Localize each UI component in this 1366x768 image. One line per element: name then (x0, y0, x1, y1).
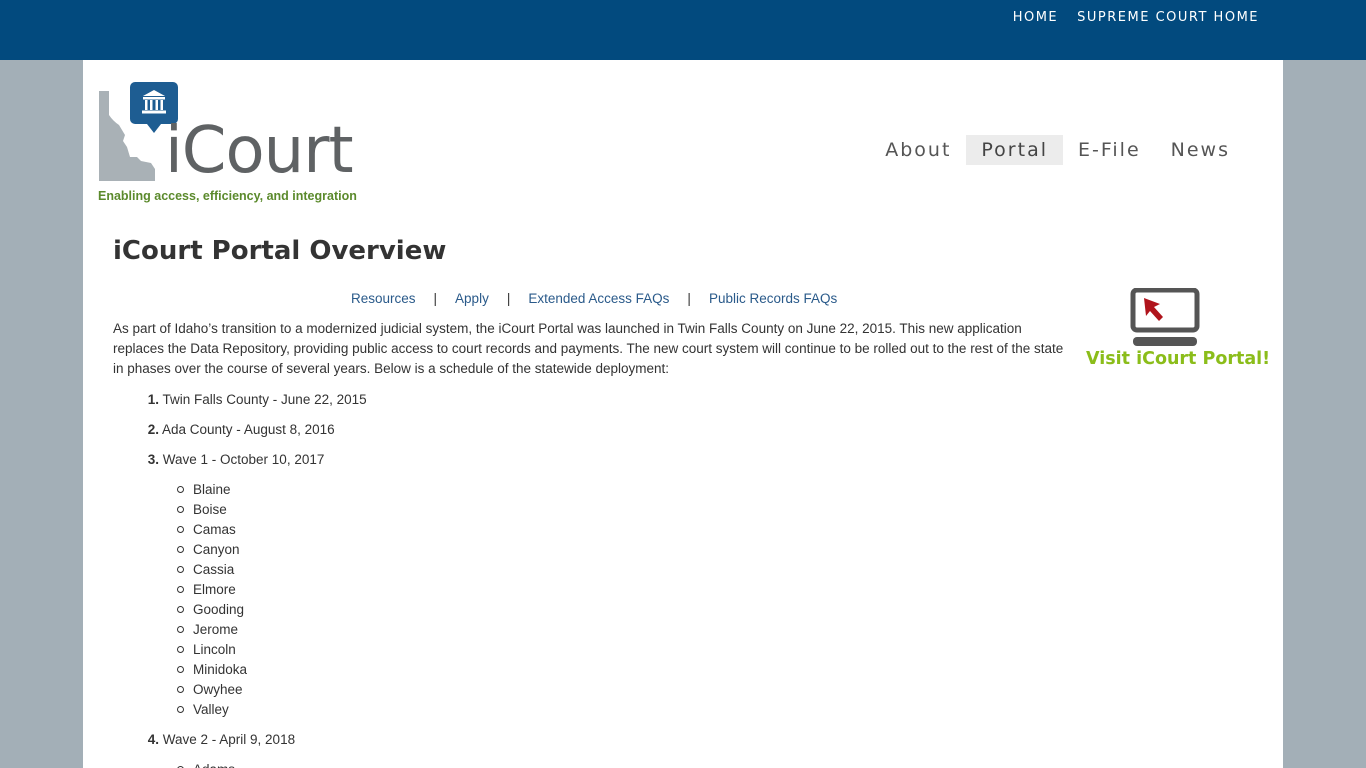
county-item: Adams (177, 760, 713, 768)
public-records-faqs-link[interactable]: Public Records FAQs (709, 291, 837, 306)
county-item: Gooding (177, 600, 713, 620)
county-item: Elmore (177, 580, 713, 600)
supreme-court-home-link[interactable]: SUPREME COURT HOME (1077, 10, 1259, 25)
county-item: Valley (177, 700, 713, 720)
separator: | (506, 291, 511, 306)
schedule-text: Ada County - August 8, 2016 (162, 422, 335, 437)
apply-link[interactable]: Apply (455, 291, 489, 306)
top-bar: HOME SUPREME COURT HOME (0, 0, 1366, 60)
separator: | (433, 291, 438, 306)
home-link[interactable]: HOME (1013, 10, 1058, 25)
wave-2-counties: Adams (177, 760, 713, 768)
visit-portal-button[interactable]: Visit iCourt Portal! (1083, 288, 1270, 378)
county-item: Canyon (177, 540, 713, 560)
county-item: Camas (177, 520, 713, 540)
schedule-item: 3. Wave 1 - October 10, 2017 Blaine Bois… (113, 450, 713, 720)
wave-1-counties: Blaine Boise Camas Canyon Cassia Elmore … (177, 480, 713, 720)
schedule-text: Wave 1 - October 10, 2017 (162, 452, 325, 467)
logo-tagline: Enabling access, efficiency, and integra… (98, 189, 357, 203)
schedule-text: Wave 2 - April 9, 2018 (162, 732, 296, 747)
schedule-number: 1. (147, 392, 159, 407)
computer-cursor-icon (1130, 288, 1200, 346)
intro-paragraph: As part of Idaho’s transition to a moder… (113, 321, 1064, 376)
county-item: Jerome (177, 620, 713, 640)
nav-efile[interactable]: E-File (1063, 135, 1156, 165)
nav-portal[interactable]: Portal (966, 135, 1063, 165)
top-links: HOME SUPREME COURT HOME (1013, 10, 1259, 25)
schedule-item: 4. Wave 2 - April 9, 2018 Adams (113, 730, 713, 768)
nav-about[interactable]: About (870, 135, 966, 165)
schedule-text: Twin Falls County - June 22, 2015 (162, 392, 367, 407)
county-item: Owyhee (177, 680, 713, 700)
icourt-logo[interactable]: iCourt Enabling access, efficiency, and … (97, 81, 357, 209)
visit-portal-label: Visit iCourt Portal! (1086, 349, 1271, 369)
resources-link[interactable]: Resources (351, 291, 416, 306)
logo-wordmark: iCourt (165, 114, 354, 188)
nav-news[interactable]: News (1156, 135, 1245, 165)
county-item: Cassia (177, 560, 713, 580)
separator: | (687, 291, 691, 306)
county-item: Boise (177, 500, 713, 520)
extended-access-faqs-link[interactable]: Extended Access FAQs (528, 291, 669, 306)
content-panel: iCourt Enabling access, efficiency, and … (83, 60, 1283, 768)
county-item: Blaine (177, 480, 713, 500)
schedule-item: 1. Twin Falls County - June 22, 2015 (113, 390, 713, 410)
schedule-item: 2. Ada County - August 8, 2016 (113, 420, 713, 440)
main-nav: About Portal E-File News (870, 135, 1245, 165)
schedule-number: 2. (147, 422, 159, 437)
sub-links: Resources | Apply | Extended Access FAQs | Pub… (351, 291, 837, 306)
county-item: Minidoka (177, 660, 713, 680)
schedule-number: 3. (147, 452, 159, 467)
schedule-number: 4. (147, 732, 159, 747)
deployment-schedule: 1. Twin Falls County - June 22, 2015 2. … (113, 390, 713, 768)
page-title: iCourt Portal Overview (113, 236, 447, 266)
county-item: Lincoln (177, 640, 713, 660)
